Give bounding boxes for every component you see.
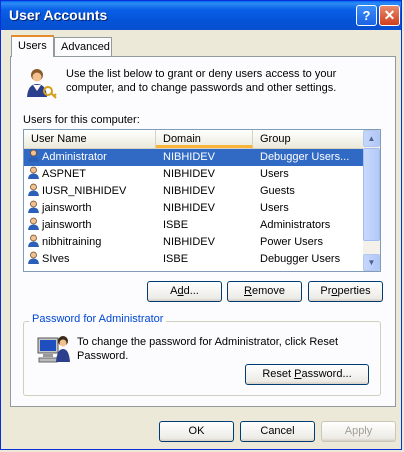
group-cell: Administrators: [260, 219, 331, 231]
help-button[interactable]: ?: [356, 5, 377, 26]
user-icon: [28, 217, 39, 230]
table-row[interactable]: jainsworth ISBE Administrators: [24, 217, 364, 234]
properties-button[interactable]: Properties: [308, 281, 383, 302]
tab-users[interactable]: Users: [11, 35, 54, 57]
scroll-down-button[interactable]: ▼: [363, 254, 380, 271]
table-row[interactable]: jainsworth NIBHIDEV Users: [24, 200, 364, 217]
list-header: User Name Domain Group: [24, 130, 364, 149]
table-row[interactable]: nibhitraining NIBHIDEV Power Users: [24, 234, 364, 251]
column-user-name[interactable]: User Name: [24, 130, 156, 148]
table-row[interactable]: Administrator NIBHIDEV Debugger Users...: [24, 149, 364, 166]
list-rows: Administrator NIBHIDEV Debugger Users... AS…: [24, 149, 364, 268]
user-name-cell: ASPNET: [27, 166, 155, 183]
cancel-button[interactable]: Cancel: [240, 421, 315, 442]
remove-button[interactable]: Remove: [227, 281, 302, 302]
scroll-thumb[interactable]: [363, 148, 380, 241]
user-icon: [28, 149, 39, 162]
group-cell: Users: [260, 202, 289, 214]
computer-user-icon: [37, 336, 70, 363]
table-row[interactable]: SIves ISBE Debugger Users: [24, 251, 364, 268]
group-cell: Guests: [260, 185, 295, 197]
users-list-label: Users for this computer:: [23, 114, 140, 126]
user-icon: [28, 200, 39, 213]
users-tab-panel: Use the list below to grant or deny user…: [10, 56, 396, 407]
group-cell: Debugger Users...: [260, 151, 350, 163]
group-cell: Power Users: [260, 236, 323, 248]
domain-cell: NIBHIDEV: [163, 151, 215, 163]
intro-text: Use the list below to grant or deny user…: [66, 68, 337, 94]
tab-advanced[interactable]: Advanced: [54, 37, 112, 56]
apply-button[interactable]: Apply: [321, 421, 396, 442]
column-domain[interactable]: Domain: [156, 130, 253, 148]
users-keys-icon: [27, 69, 57, 99]
user-accounts-window: User Accounts ? ✕ Users Advanced Use the…: [0, 0, 402, 450]
group-cell: Debugger Users: [260, 253, 341, 265]
ok-button[interactable]: OK: [159, 421, 234, 442]
password-help-text: To change the password for Administrator…: [77, 336, 339, 362]
users-list[interactable]: User Name Domain Group Administrator NIBH…: [23, 129, 381, 272]
domain-cell: NIBHIDEV: [163, 202, 215, 214]
domain-cell: NIBHIDEV: [163, 185, 215, 197]
domain-cell: ISBE: [163, 219, 189, 231]
table-row[interactable]: ASPNET NIBHIDEV Users: [24, 166, 364, 183]
password-group-title: Password for Administrator: [29, 313, 167, 325]
user-name-cell: SIves: [27, 251, 155, 268]
user-name-cell: jainsworth: [27, 200, 155, 217]
add-button[interactable]: Add...: [147, 281, 222, 302]
scroll-up-button[interactable]: ▲: [363, 130, 380, 147]
domain-cell: NIBHIDEV: [163, 236, 215, 248]
column-group[interactable]: Group: [253, 130, 364, 148]
domain-cell: NIBHIDEV: [163, 168, 215, 180]
group-cell: Users: [260, 168, 289, 180]
user-icon: [28, 234, 39, 247]
list-scrollbar[interactable]: ▲ ▼: [363, 130, 380, 271]
user-name-cell: nibhitraining: [27, 234, 155, 251]
domain-cell: ISBE: [163, 253, 189, 265]
user-icon: [28, 251, 39, 264]
user-icon: [28, 183, 39, 196]
close-button[interactable]: ✕: [379, 5, 400, 26]
window-title: User Accounts: [9, 7, 108, 23]
user-icon: [28, 166, 39, 179]
title-bar[interactable]: User Accounts ? ✕: [1, 1, 401, 30]
table-row[interactable]: IUSR_NIBHIDEV NIBHIDEV Guests: [24, 183, 364, 200]
user-name-cell: Administrator: [27, 149, 155, 166]
user-name-cell: IUSR_NIBHIDEV: [27, 183, 155, 200]
user-name-cell: jainsworth: [27, 217, 155, 234]
reset-password-button[interactable]: Reset Password...: [245, 364, 369, 385]
